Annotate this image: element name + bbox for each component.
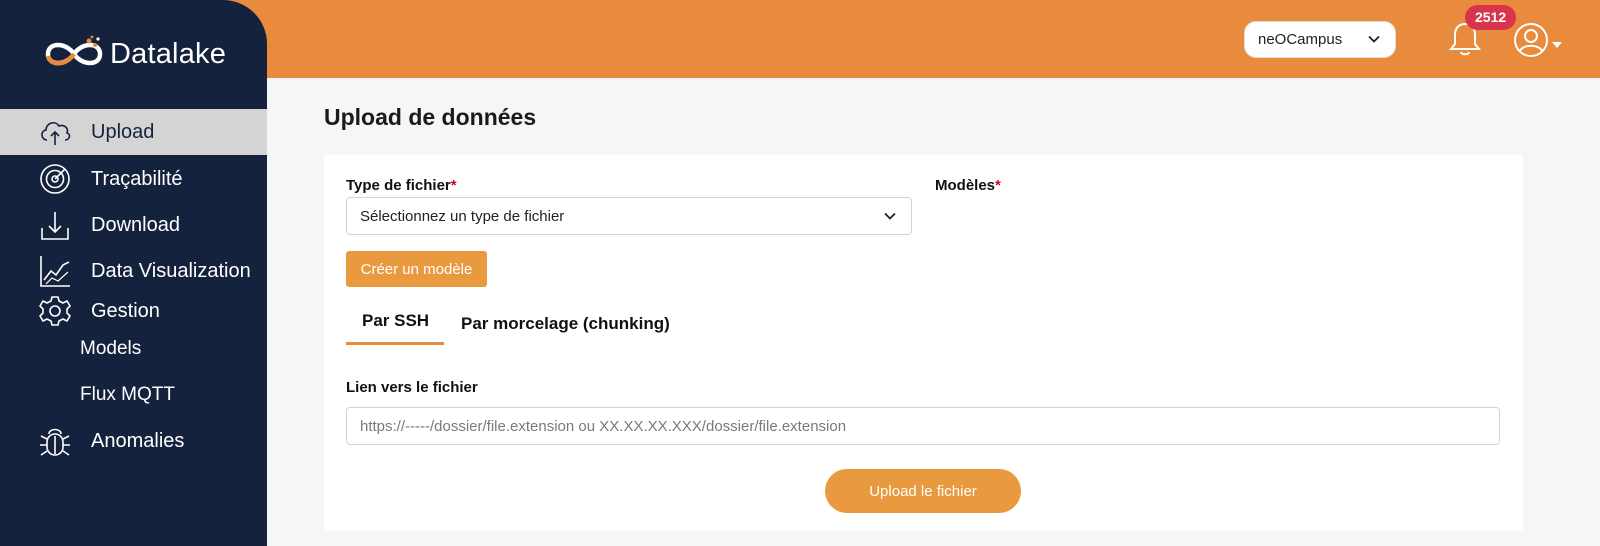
download-icon (38, 208, 72, 242)
file-type-label: Type de fichier* (346, 177, 457, 194)
file-type-select-value: Sélectionnez un type de fichier (360, 207, 565, 225)
infinity-logo-icon (45, 35, 103, 66)
chart-line-icon (38, 254, 72, 288)
chevron-down-icon (884, 212, 896, 220)
logo-text: Datalake (110, 37, 227, 70)
sidebar-item-tracabilite[interactable]: Traçabilité (0, 156, 267, 202)
notification-badge: 2512 (1465, 5, 1517, 30)
bug-icon (38, 424, 72, 458)
file-link-label: Lien vers le fichier (346, 379, 478, 396)
gear-icon (38, 294, 72, 328)
campus-select-value: neOCampus (1258, 31, 1343, 48)
caret-down-icon (1552, 42, 1562, 48)
models-label: Modèles* (935, 177, 1001, 194)
file-link-input[interactable] (346, 407, 1500, 445)
tab-par-ssh[interactable]: Par SSH (362, 311, 429, 331)
chevron-down-icon (1368, 35, 1380, 43)
sidebar-item-label: Download (91, 213, 180, 236)
file-type-select[interactable]: Sélectionnez un type de fichier (346, 197, 912, 235)
sidebar: Datalake Upload Traçabilité Download Dat… (0, 0, 267, 546)
create-model-button[interactable]: Créer un modèle (346, 251, 487, 287)
sidebar-item-gestion[interactable]: Gestion (0, 288, 267, 334)
file-type-label-text: Type de fichier (346, 177, 451, 194)
sidebar-item-anomalies[interactable]: Anomalies (0, 418, 267, 464)
sidebar-item-download[interactable]: Download (0, 202, 267, 248)
sidebar-item-upload[interactable]: Upload (0, 109, 267, 155)
upload-file-button[interactable]: Upload le fichier (825, 469, 1021, 513)
sidebar-subitem-models[interactable]: Models (80, 338, 141, 360)
sidebar-subitem-flux-mqtt[interactable]: Flux MQTT (80, 384, 175, 406)
required-mark: * (450, 177, 457, 194)
sidebar-item-label: Gestion (91, 299, 160, 322)
sidebar-item-label: Anomalies (91, 429, 185, 452)
sidebar-item-label: Upload (91, 120, 155, 143)
radar-icon (38, 162, 72, 196)
sidebar-item-label: Data Visualization (91, 259, 251, 282)
tab-par-morcelage[interactable]: Par morcelage (chunking) (461, 314, 670, 334)
campus-select[interactable]: neOCampus (1244, 21, 1396, 58)
active-tab-indicator (346, 342, 444, 345)
app-logo[interactable]: Datalake (42, 34, 226, 74)
page-title: Upload de données (324, 104, 537, 130)
user-icon[interactable] (1511, 21, 1571, 59)
cloud-upload-icon (38, 115, 72, 149)
required-mark: * (995, 177, 1001, 194)
models-label-text: Modèles (935, 177, 996, 194)
sidebar-item-label: Traçabilité (91, 167, 183, 190)
